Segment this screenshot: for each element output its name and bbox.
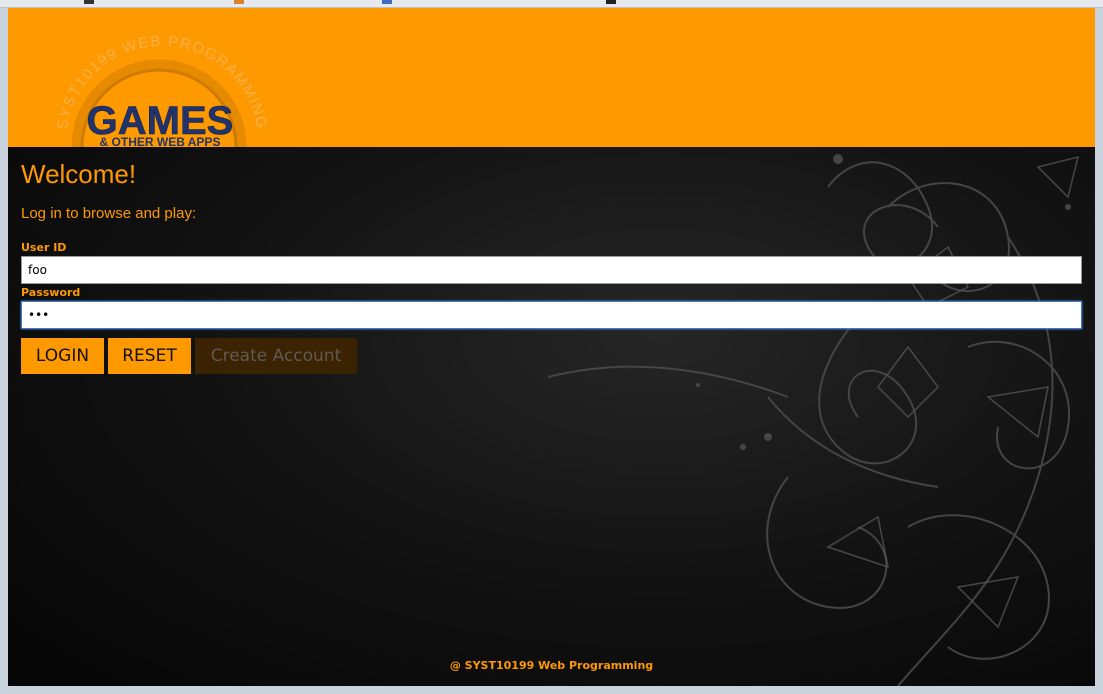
- site-header: SYST10199 WEB PROGRAMMING GAMES & OTHER …: [8, 8, 1095, 147]
- footer-copyright: @ SYST10199 Web Programming: [449, 659, 654, 672]
- login-button[interactable]: LOGIN: [21, 338, 104, 374]
- toolbar-icon[interactable]: [606, 0, 616, 4]
- login-instructions: Log in to browse and play:: [21, 205, 197, 222]
- reset-button[interactable]: RESET: [108, 338, 191, 374]
- login-content: Welcome! Log in to browse and play: User…: [8, 147, 1095, 686]
- page-viewport: SYST10199 WEB PROGRAMMING GAMES & OTHER …: [8, 8, 1095, 686]
- user-id-input[interactable]: [21, 256, 1082, 284]
- user-id-label: User ID: [21, 241, 67, 254]
- floral-background: [547, 154, 1080, 686]
- password-input[interactable]: [21, 301, 1082, 329]
- password-label: Password: [21, 286, 81, 299]
- create-account-button[interactable]: Create Account: [195, 338, 357, 374]
- games-logo[interactable]: SYST10199 WEB PROGRAMMING GAMES & OTHER …: [44, 14, 274, 147]
- welcome-heading: Welcome!: [21, 159, 137, 189]
- toolbar-icon[interactable]: [382, 0, 392, 4]
- logo-subtitle: & OTHER WEB APPS: [100, 135, 221, 147]
- browser-window: SYST10199 WEB PROGRAMMING GAMES & OTHER …: [0, 0, 1103, 694]
- toolbar-strip: [0, 0, 1103, 8]
- toolbar-icon[interactable]: [234, 0, 244, 4]
- toolbar-icon[interactable]: [84, 0, 94, 4]
